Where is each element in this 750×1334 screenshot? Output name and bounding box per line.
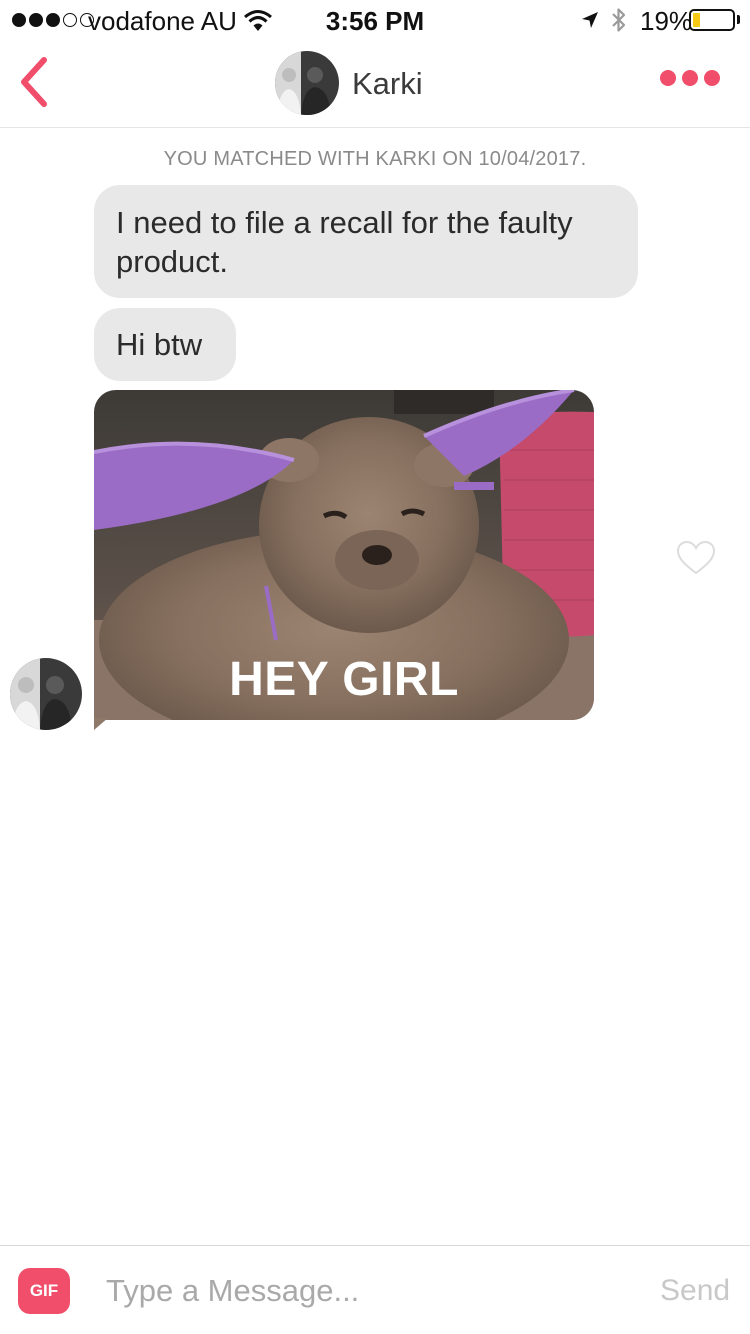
more-dots-icon — [660, 70, 676, 86]
avatar-photo — [275, 51, 339, 115]
avatar-photo — [10, 658, 82, 730]
send-button[interactable]: Send — [660, 1274, 730, 1308]
sender-avatar[interactable] — [10, 658, 82, 730]
more-options-button[interactable] — [660, 70, 720, 86]
status-bar: vodafone AU 3:56 PM 19% — [0, 0, 750, 40]
match-name[interactable]: Karki — [352, 66, 423, 102]
match-date-label: YOU MATCHED WITH KARKI ON 10/04/2017. — [163, 148, 587, 170]
bubble-tail — [94, 718, 108, 730]
battery-nub — [737, 15, 740, 24]
back-button[interactable] — [14, 54, 58, 110]
message-bubble[interactable]: Hi btw — [94, 308, 236, 381]
battery-level-fill — [693, 13, 700, 27]
location-arrow-icon — [582, 12, 598, 28]
message-input[interactable] — [106, 1266, 626, 1316]
gif-message[interactable]: HEY GIRL — [94, 390, 594, 720]
message-bubble[interactable]: I need to file a recall for the faulty p… — [94, 185, 638, 298]
gif-caption: HEY GIRL — [229, 653, 459, 706]
status-time: 3:56 PM — [325, 6, 425, 36]
battery-percent: 19% — [640, 6, 693, 36]
battery-icon — [689, 9, 735, 31]
match-avatar[interactable] — [275, 51, 339, 115]
gif-button[interactable]: GIF — [18, 1268, 70, 1314]
heart-outline-icon — [676, 540, 716, 575]
like-message-button[interactable] — [676, 540, 716, 581]
bluetooth-icon — [612, 8, 626, 32]
chat-header: Karki — [0, 40, 750, 128]
message-composer: GIF Send — [0, 1245, 750, 1334]
chevron-left-icon — [21, 57, 47, 107]
